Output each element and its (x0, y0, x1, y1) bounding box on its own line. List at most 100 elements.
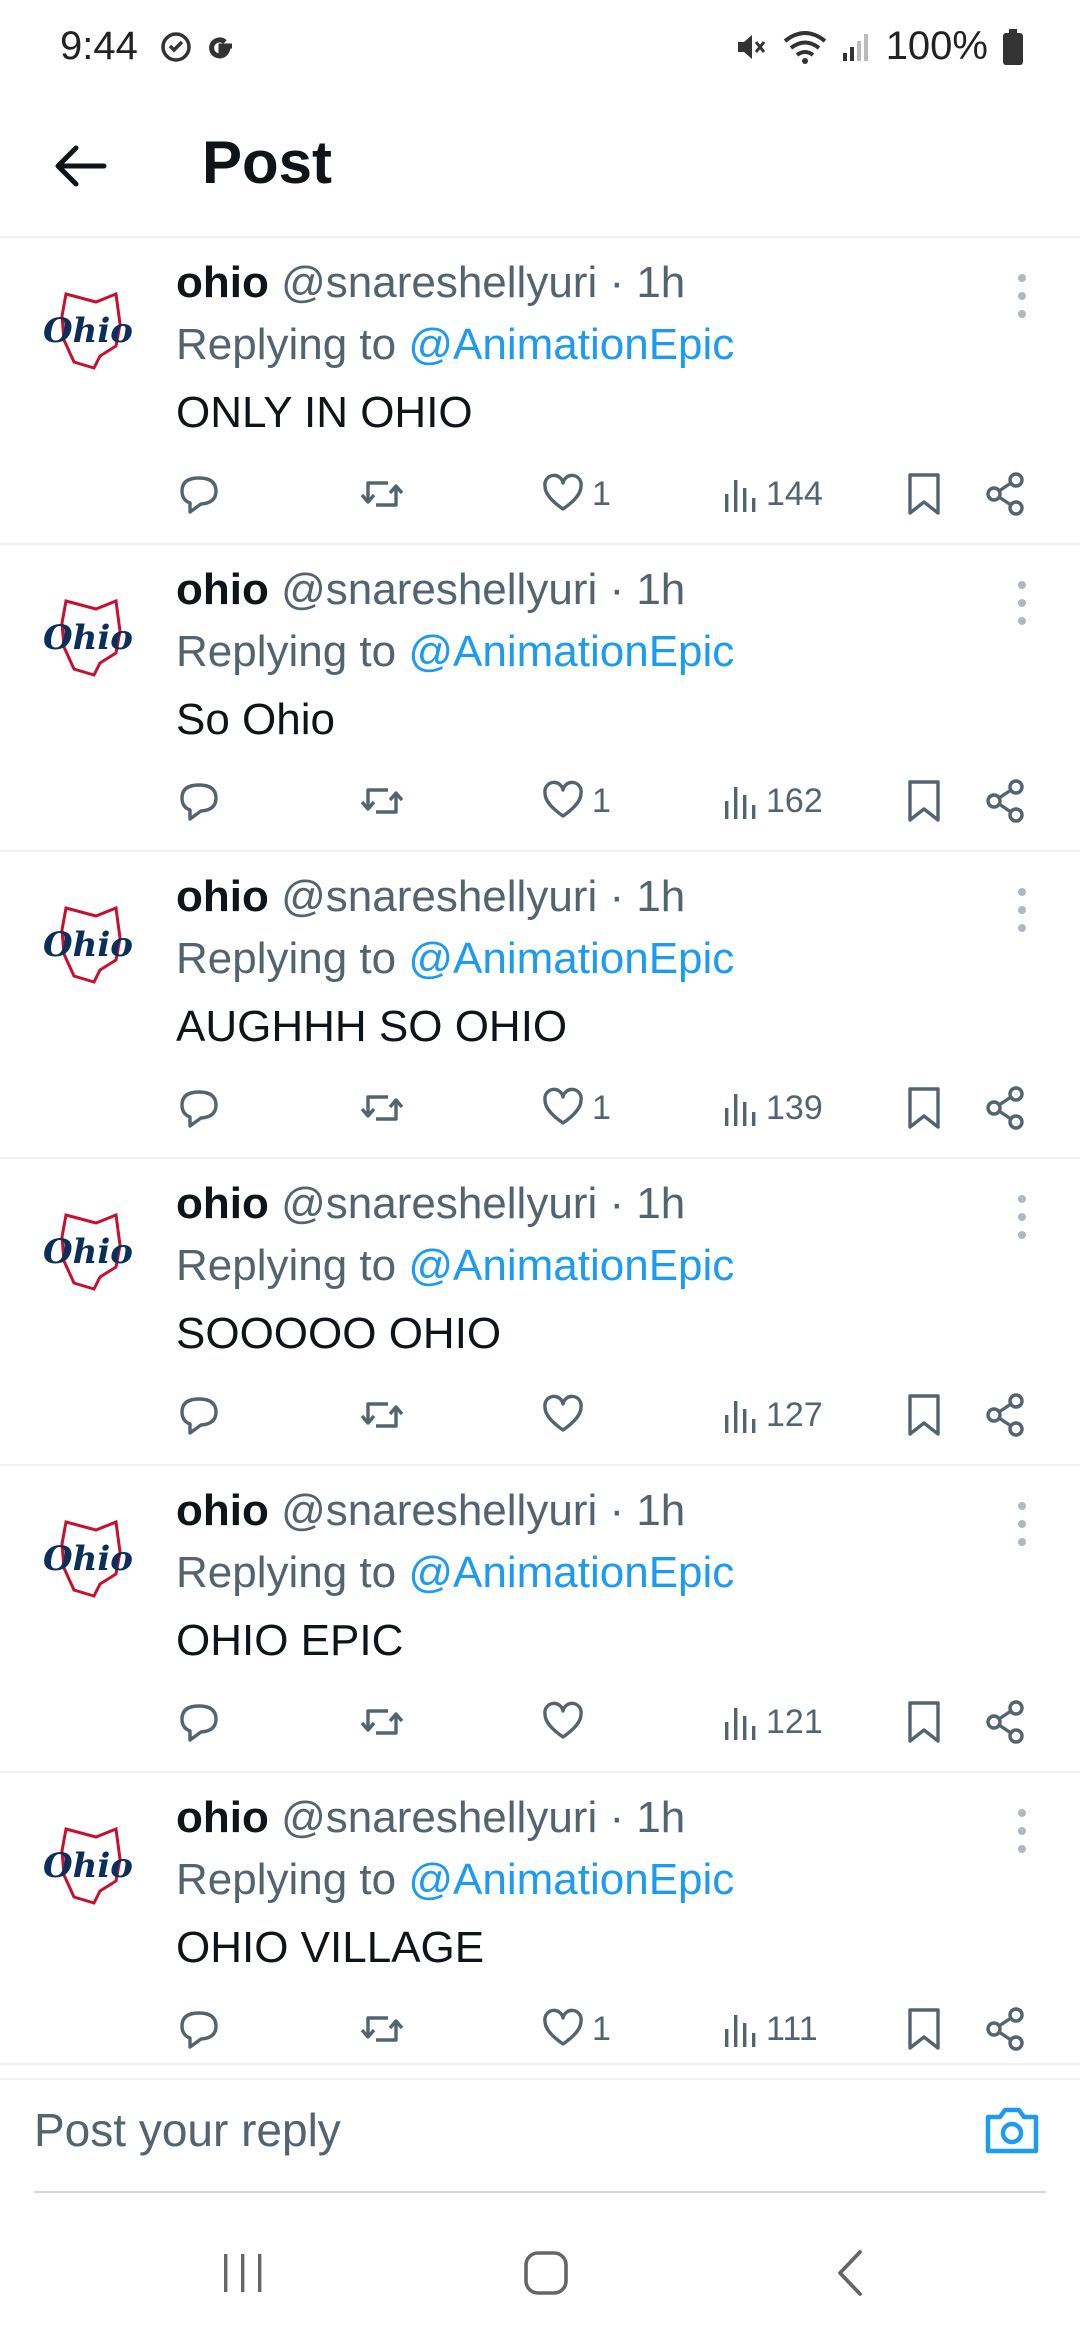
post-text: AUGHHH SO OHIO (176, 1002, 568, 1051)
battery-icon (1003, 28, 1023, 65)
replying-to-mention[interactable]: @AnimationEpic (408, 320, 734, 369)
home-button[interactable] (506, 2243, 586, 2303)
reply-post[interactable]: Ohio ohio @snareshellyuri · 1h Replying … (0, 1159, 1080, 1466)
views-button[interactable]: 144 (722, 464, 823, 524)
svg-text:Ohio: Ohio (43, 1539, 133, 1579)
repost-button[interactable] (358, 1385, 406, 1445)
repost-button[interactable] (358, 1999, 406, 2059)
share-icon (986, 1393, 1024, 1437)
replying-to-mention[interactable]: @AnimationEpic (408, 627, 734, 676)
more-vertical-icon[interactable] (1002, 1801, 1042, 1861)
views-button[interactable]: 111 (722, 1999, 818, 2059)
author-handle[interactable]: @snareshellyuri (281, 565, 597, 614)
author-name[interactable]: ohio (176, 1793, 269, 1842)
heart-icon (543, 473, 583, 511)
avatar[interactable]: Ohio (36, 280, 140, 384)
like-button[interactable] (540, 1692, 592, 1752)
like-button[interactable] (540, 1385, 592, 1445)
more-vertical-icon[interactable] (1002, 573, 1042, 633)
author-name[interactable]: ohio (176, 872, 269, 921)
replying-to-mention[interactable]: @AnimationEpic (408, 934, 734, 983)
bookmark-button[interactable] (904, 1078, 944, 1138)
like-button[interactable]: 1 (540, 464, 611, 524)
views-icon (725, 1401, 756, 1433)
back-button[interactable] (40, 126, 120, 206)
author-name[interactable]: ohio (176, 1179, 269, 1228)
back-nav-button[interactable] (810, 2243, 890, 2303)
replying-to-label: Replying to (176, 1548, 397, 1597)
recent-apps-button[interactable] (203, 2243, 283, 2303)
share-button[interactable] (984, 771, 1026, 831)
reply-button[interactable] (176, 771, 222, 831)
views-button[interactable]: 127 (722, 1385, 823, 1445)
more-vertical-icon[interactable] (1002, 1187, 1042, 1247)
views-button[interactable]: 121 (722, 1692, 823, 1752)
like-button[interactable]: 1 (540, 1078, 611, 1138)
share-button[interactable] (984, 1999, 1026, 2059)
reply-post[interactable]: Ohio ohio @snareshellyuri · 1h Replying … (0, 545, 1080, 852)
author-handle[interactable]: @snareshellyuri (281, 258, 597, 307)
repost-button[interactable] (358, 464, 406, 524)
replying-to-label: Replying to (176, 1241, 397, 1290)
like-button[interactable]: 1 (540, 771, 611, 831)
replying-to-mention[interactable]: @AnimationEpic (408, 1855, 734, 1904)
bookmark-button[interactable] (904, 771, 944, 831)
avatar[interactable]: Ohio (36, 1815, 140, 1919)
replying-to-line: Replying to @AnimationEpic (176, 320, 734, 370)
bookmark-button[interactable] (904, 464, 944, 524)
reply-button[interactable] (176, 1692, 222, 1752)
replying-to-mention[interactable]: @AnimationEpic (408, 1548, 734, 1597)
share-button[interactable] (984, 464, 1026, 524)
reply-input[interactable] (34, 2095, 914, 2165)
like-button[interactable]: 1 (540, 1999, 611, 2059)
share-button[interactable] (984, 1385, 1026, 1445)
author-name[interactable]: ohio (176, 1486, 269, 1535)
repost-icon (360, 1402, 404, 1428)
svg-text:Ohio: Ohio (43, 618, 133, 658)
views-icon (725, 1094, 756, 1126)
share-button[interactable] (984, 1692, 1026, 1752)
reply-icon (180, 783, 218, 821)
post-author-line: ohio @snareshellyuri · 1h (176, 258, 685, 308)
reply-button[interactable] (176, 1999, 222, 2059)
author-name[interactable]: ohio (176, 565, 269, 614)
views-button[interactable]: 139 (722, 1078, 823, 1138)
post-text: ONLY IN OHIO (176, 388, 473, 437)
author-handle[interactable]: @snareshellyuri (281, 1179, 597, 1228)
repost-button[interactable] (358, 1078, 406, 1138)
views-icon (725, 1708, 756, 1740)
bookmark-button[interactable] (904, 1999, 944, 2059)
share-icon (986, 1086, 1024, 1130)
bookmark-button[interactable] (904, 1385, 944, 1445)
author-handle[interactable]: @snareshellyuri (281, 1486, 597, 1535)
share-button[interactable] (984, 1078, 1026, 1138)
system-navigation-bar (0, 2193, 1080, 2340)
view-count: 121 (766, 1702, 823, 1741)
more-vertical-icon[interactable] (1002, 266, 1042, 326)
bookmark-button[interactable] (904, 1692, 944, 1752)
reply-button[interactable] (176, 464, 222, 524)
view-count: 144 (766, 474, 823, 513)
author-handle[interactable]: @snareshellyuri (281, 872, 597, 921)
more-vertical-icon[interactable] (1002, 880, 1042, 940)
avatar[interactable]: Ohio (36, 1201, 140, 1305)
view-count: 127 (766, 1395, 823, 1434)
reply-post[interactable]: Ohio ohio @snareshellyuri · 1h Replying … (0, 1773, 1080, 2080)
avatar[interactable]: Ohio (36, 894, 140, 998)
repost-button[interactable] (358, 771, 406, 831)
replying-to-mention[interactable]: @AnimationEpic (408, 1241, 734, 1290)
camera-icon[interactable] (982, 2101, 1042, 2161)
avatar[interactable]: Ohio (36, 1508, 140, 1612)
reply-post[interactable]: Ohio ohio @snareshellyuri · 1h Replying … (0, 852, 1080, 1159)
author-handle[interactable]: @snareshellyuri (281, 1793, 597, 1842)
reply-post[interactable]: Ohio ohio @snareshellyuri · 1h Replying … (0, 238, 1080, 545)
repost-button[interactable] (358, 1692, 406, 1752)
bookmark-icon (908, 1087, 940, 1129)
author-name[interactable]: ohio (176, 258, 269, 307)
reply-post[interactable]: Ohio ohio @snareshellyuri · 1h Replying … (0, 1466, 1080, 1773)
reply-button[interactable] (176, 1078, 222, 1138)
avatar[interactable]: Ohio (36, 587, 140, 691)
views-button[interactable]: 162 (722, 771, 823, 831)
more-vertical-icon[interactable] (1002, 1494, 1042, 1554)
reply-button[interactable] (176, 1385, 222, 1445)
